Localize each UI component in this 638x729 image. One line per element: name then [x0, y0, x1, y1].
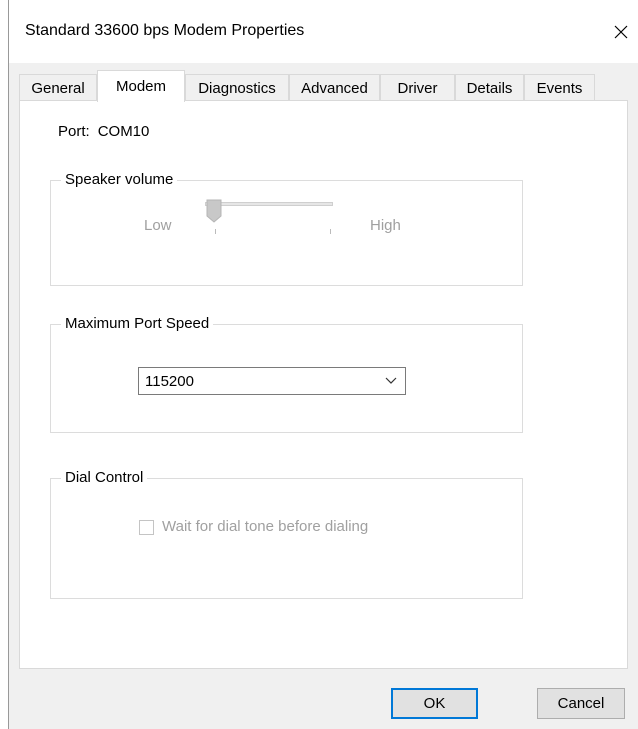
close-button[interactable] [603, 10, 638, 54]
tab-label: Driver [397, 79, 438, 97]
dial-control-group: Dial Control [50, 469, 523, 599]
window-title: Standard 33600 bps Modem Properties [25, 22, 305, 39]
tab-diagnostics[interactable]: Diagnostics [185, 74, 289, 101]
tab-general[interactable]: General [19, 74, 97, 101]
tab-details[interactable]: Details [455, 74, 524, 101]
title-bar: Standard 33600 bps Modem Properties [9, 0, 638, 63]
port-label: Port: [58, 123, 90, 140]
speaker-volume-label: Speaker volume [61, 171, 178, 188]
cancel-button[interactable]: Cancel [537, 688, 625, 719]
port-row: Port: COM10 [58, 123, 149, 140]
tab-label: Details [466, 79, 513, 97]
slider-thumb[interactable] [206, 199, 222, 223]
port-value: COM10 [97, 123, 150, 140]
modem-properties-dialog: Standard 33600 bps Modem Properties Gene… [8, 0, 638, 729]
wait-dial-tone-checkbox[interactable] [139, 520, 154, 535]
tab-strip: General Modem Diagnostics Advanced Drive… [19, 70, 638, 102]
tab-events[interactable]: Events [524, 74, 595, 101]
port-speed-select[interactable]: 115200 [138, 367, 406, 395]
tab-label: Advanced [301, 79, 368, 97]
ok-button[interactable]: OK [391, 688, 478, 719]
cancel-button-label: Cancel [557, 695, 605, 712]
slider-tick [330, 229, 331, 234]
max-port-speed-label: Maximum Port Speed [61, 315, 214, 332]
volume-high-label: High [370, 217, 401, 234]
speaker-volume-group: Speaker volume [50, 171, 523, 286]
speaker-volume-slider[interactable] [205, 202, 333, 206]
chevron-down-icon [385, 377, 397, 384]
tab-label: Events [536, 79, 583, 97]
port-speed-value: 115200 [145, 372, 194, 390]
slider-tick [215, 229, 216, 234]
dial-control-label: Dial Control [61, 469, 148, 486]
modem-tab-panel: Port: COM10 Speaker volume Low High Maxim… [19, 100, 628, 669]
tab-driver[interactable]: Driver [380, 74, 455, 101]
tab-advanced[interactable]: Advanced [289, 74, 380, 101]
volume-low-label: Low [144, 217, 172, 234]
tab-label: General [31, 79, 85, 97]
tab-label: Modem [115, 78, 167, 95]
tab-label: Diagnostics [198, 79, 276, 97]
tab-modem[interactable]: Modem [97, 70, 185, 102]
close-icon [614, 25, 628, 39]
ok-button-label: OK [423, 695, 446, 712]
wait-dial-tone-label: Wait for dial tone before dialing [162, 518, 369, 535]
